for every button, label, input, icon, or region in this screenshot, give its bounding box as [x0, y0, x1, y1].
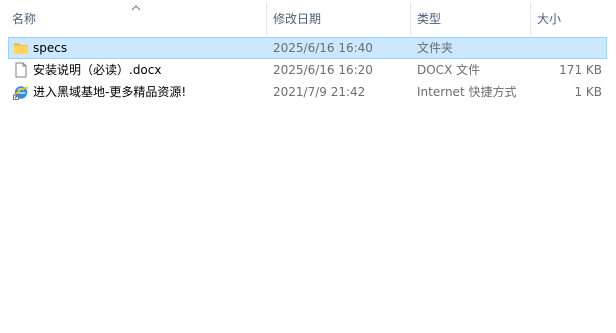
- file-modified-date: 2025/6/16 16:20: [273, 63, 373, 77]
- column-header-size[interactable]: 大小: [537, 11, 561, 27]
- file-modified-date: 2025/6/16 16:40: [273, 41, 373, 55]
- file-type: 文件夹: [417, 41, 454, 55]
- file-name: 进入黑域基地-更多精品资源!: [33, 85, 187, 99]
- file-type: DOCX 文件: [417, 63, 481, 77]
- file-size: 171 KB: [559, 63, 602, 77]
- file-row[interactable]: 安装说明（必读）.docx 2025/6/16 16:20 DOCX 文件 17…: [8, 59, 607, 81]
- file-type: Internet 快捷方式: [417, 85, 517, 99]
- sort-ascending-icon: [131, 5, 141, 11]
- column-header-bar: 名称 修改日期 类型 大小: [0, 0, 616, 37]
- internet-shortcut-icon: [13, 86, 29, 100]
- column-header-type[interactable]: 类型: [417, 11, 441, 27]
- file-size: 1 KB: [574, 85, 602, 99]
- file-name: specs: [33, 41, 68, 55]
- column-divider[interactable]: [530, 2, 531, 35]
- column-header-date[interactable]: 修改日期: [273, 11, 321, 27]
- folder-icon: [14, 43, 28, 54]
- file-row[interactable]: specs 2025/6/16 16:40 文件夹: [8, 37, 607, 59]
- file-row[interactable]: 进入黑域基地-更多精品资源! 2021/7/9 21:42 Internet 快…: [8, 81, 607, 103]
- column-divider[interactable]: [410, 2, 411, 35]
- file-explorer: 名称 修改日期 类型 大小 specs 2025/6/16 16:40 文件夹 …: [0, 0, 616, 333]
- file-name: 安装说明（必读）.docx: [33, 63, 162, 77]
- file-modified-date: 2021/7/9 21:42: [273, 85, 366, 99]
- document-icon: [15, 62, 27, 78]
- column-divider[interactable]: [266, 2, 267, 35]
- column-header-name[interactable]: 名称: [12, 11, 36, 27]
